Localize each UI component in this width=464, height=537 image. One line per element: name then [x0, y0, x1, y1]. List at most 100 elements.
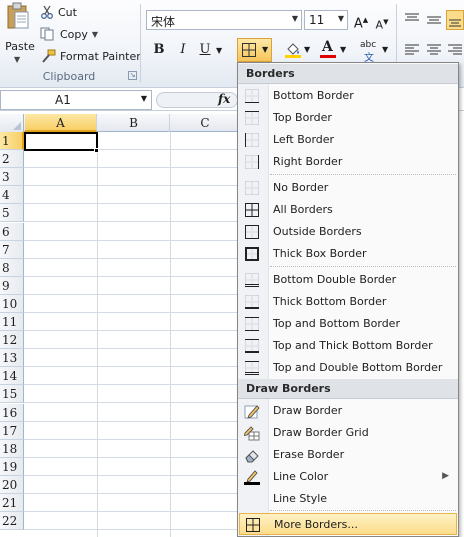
menu-item-line-color[interactable]: Line Color ▶: [239, 466, 457, 488]
fill-color-button[interactable]: ▼: [282, 40, 314, 60]
menu-item-line-style[interactable]: Line Style: [239, 488, 457, 510]
menu-item-thick-bottom-border[interactable]: Thick Bottom Border: [239, 291, 457, 313]
row-header-1[interactable]: 1: [0, 132, 24, 150]
row-header-14[interactable]: 14: [0, 367, 24, 385]
menu-item-thick-box-border[interactable]: Thick Box Border: [239, 243, 457, 265]
font-color-swatch: [320, 55, 336, 58]
row-header-2[interactable]: 2: [0, 150, 24, 168]
menu-item-bottom-border[interactable]: Bottom Border: [239, 85, 457, 107]
row-header-6[interactable]: 6: [0, 223, 24, 241]
italic-button[interactable]: I: [173, 40, 193, 60]
menu-item-label: All Borders: [273, 203, 333, 216]
grid-line: [24, 221, 240, 222]
name-box[interactable]: A1 ▼: [0, 90, 152, 110]
menu-item-top-border[interactable]: Top Border: [239, 107, 457, 129]
align-top-button[interactable]: [402, 10, 422, 30]
row-header-12[interactable]: 12: [0, 331, 24, 349]
menu-item-top-thick-bottom-border[interactable]: Top and Thick Bottom Border: [239, 335, 457, 357]
grid-line: [24, 421, 240, 422]
row-header-19[interactable]: 19: [0, 458, 24, 476]
grid-line: [24, 384, 240, 385]
font-size-select[interactable]: 11 ▼: [304, 10, 348, 30]
menu-item-top-bottom-border[interactable]: Top and Bottom Border: [239, 313, 457, 335]
row-header-5[interactable]: 5: [0, 204, 24, 222]
all-borders-icon: [242, 43, 256, 57]
menu-separator: [270, 174, 456, 176]
align-left-button[interactable]: [402, 40, 422, 60]
grow-font-button[interactable]: A▲: [351, 10, 371, 31]
copy-button[interactable]: Copy ▼: [40, 25, 98, 43]
grid-line: [24, 493, 240, 494]
insert-function-button[interactable]: fx: [218, 92, 230, 106]
column-header-a[interactable]: A: [25, 114, 97, 132]
column-header-b[interactable]: B: [98, 114, 170, 132]
paste-button[interactable]: Paste ▼: [2, 2, 35, 64]
align-middle-button[interactable]: [424, 10, 444, 30]
menu-item-draw-border[interactable]: Draw Border: [239, 400, 457, 422]
align-bottom-button[interactable]: [446, 10, 464, 30]
name-box-value: A1: [55, 93, 71, 107]
chevron-down-icon[interactable]: ▼: [141, 94, 147, 103]
row-header-9[interactable]: 9: [0, 277, 24, 295]
row-header-18[interactable]: 18: [0, 440, 24, 458]
align-center-button[interactable]: [424, 40, 444, 60]
row-header-11[interactable]: 11: [0, 313, 24, 331]
font-color-button[interactable]: A ▼: [318, 39, 350, 60]
menu-item-top-double-bottom-border[interactable]: Top and Double Bottom Border: [239, 357, 457, 379]
row-header-17[interactable]: 17: [0, 422, 24, 440]
row-header-21[interactable]: 21: [0, 494, 24, 512]
grid-line: [170, 132, 171, 537]
row-header-7[interactable]: 7: [0, 241, 24, 259]
row-header-3[interactable]: 3: [0, 168, 24, 186]
menu-item-right-border[interactable]: Right Border: [239, 151, 457, 173]
menu-item-label: Thick Box Border: [273, 247, 367, 260]
row-header-22[interactable]: 22: [0, 512, 24, 530]
row-header-8[interactable]: 8: [0, 259, 24, 277]
grid-line: [24, 185, 240, 186]
active-cell[interactable]: [24, 132, 98, 151]
row-header-15[interactable]: 15: [0, 385, 24, 403]
cut-button[interactable]: Cut: [40, 3, 77, 21]
column-header-c[interactable]: C: [171, 114, 240, 132]
borders-button[interactable]: ▼: [237, 38, 272, 62]
underline-button[interactable]: U: [195, 40, 215, 60]
row-header-16[interactable]: 16: [0, 404, 24, 422]
chevron-down-icon[interactable]: ▼: [92, 30, 98, 39]
grid-line: [24, 366, 240, 367]
row-header-4[interactable]: 4: [0, 186, 24, 204]
format-painter-button[interactable]: Format Painter: [40, 47, 141, 65]
no-border-icon: [245, 181, 259, 195]
menu-item-all-borders[interactable]: All Borders: [239, 199, 457, 221]
menu-item-more-borders[interactable]: More Borders...: [239, 513, 457, 535]
shrink-font-glyph: A: [375, 18, 384, 32]
dialog-launcher-icon[interactable]: ↘: [128, 71, 137, 80]
bottom-double-border-icon: [245, 273, 259, 287]
menu-item-outside-borders[interactable]: Outside Borders: [239, 221, 457, 243]
chevron-down-icon: ▼: [337, 14, 344, 23]
worksheet-grid[interactable]: [0, 114, 240, 537]
select-all-button[interactable]: [0, 114, 24, 132]
menu-item-draw-border-grid[interactable]: Draw Border Grid: [239, 422, 457, 444]
shrink-font-button[interactable]: A▼: [372, 12, 392, 32]
font-name-value: 宋体: [151, 15, 176, 29]
grid-line: [24, 203, 240, 204]
align-left-icon: [405, 44, 419, 55]
font-name-select[interactable]: 宋体 ▼: [146, 10, 302, 30]
submenu-arrow-icon: ▶: [442, 471, 449, 481]
grid-line: [24, 276, 240, 277]
menu-item-no-border[interactable]: No Border: [239, 177, 457, 199]
align-right-button[interactable]: [446, 40, 464, 60]
align-center-icon: [427, 44, 441, 55]
menu-item-left-border[interactable]: Left Border: [239, 129, 457, 151]
fill-handle[interactable]: [94, 148, 99, 153]
chevron-down-icon[interactable]: ▼: [216, 46, 222, 55]
phonetic-guide-button[interactable]: abc 文 ▼: [358, 40, 390, 64]
row-header-10[interactable]: 10: [0, 295, 24, 313]
row-header-20[interactable]: 20: [0, 476, 24, 494]
menu-item-erase-border[interactable]: Erase Border: [239, 444, 457, 466]
top-double-bottom-border-icon: [245, 361, 259, 375]
bold-button[interactable]: B: [149, 40, 169, 60]
menu-item-bottom-double-border[interactable]: Bottom Double Border: [239, 269, 457, 291]
row-header-13[interactable]: 13: [0, 349, 24, 367]
grid-line: [24, 258, 240, 259]
